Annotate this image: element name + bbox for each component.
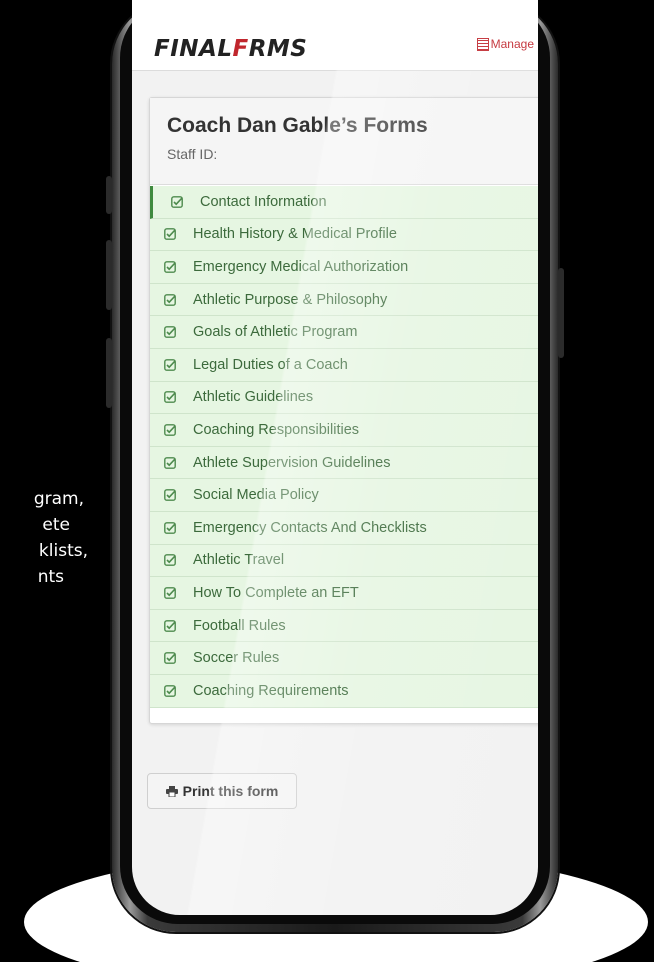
form-list-item-label: Emergency Medical Authorization bbox=[193, 258, 409, 275]
form-list-item-label: Coaching Requirements bbox=[193, 682, 349, 699]
form-list-item-label: Coaching Responsibilities bbox=[193, 421, 360, 438]
form-list-item-label: Social Media Policy bbox=[193, 487, 319, 504]
phone-screen: FINALFRMS Manage Coach Dan Gable’s Forms… bbox=[132, 0, 538, 915]
form-list-item-label: Athletic Guidelines bbox=[193, 389, 314, 406]
volume-up-button bbox=[106, 240, 112, 310]
check-square-icon bbox=[164, 261, 176, 273]
check-square-icon bbox=[164, 652, 176, 665]
form-list-item[interactable]: Goals of Athletic Program bbox=[150, 316, 538, 349]
caption-line: klists, bbox=[38, 541, 88, 561]
phone-frame: FINALFRMS Manage Coach Dan Gable’s Forms… bbox=[106, 0, 564, 932]
app-header: FINALFRMS Manage bbox=[132, 0, 538, 71]
check-square-icon bbox=[164, 326, 176, 339]
logo-accent: F bbox=[232, 36, 249, 62]
form-list-item[interactable]: Athlete Supervision Guidelines bbox=[150, 446, 538, 480]
form-list-item[interactable]: Emergency Contacts And Checklists bbox=[150, 511, 538, 545]
form-list-item[interactable]: Legal Duties of a Coach bbox=[150, 348, 538, 382]
form-list-item[interactable]: Social Media Policy bbox=[150, 479, 538, 512]
manage-label: Manage bbox=[490, 37, 534, 51]
forms-list: Contact Information Health History & Medi… bbox=[150, 186, 538, 708]
form-list-item-label: How To Complete an EFT bbox=[193, 584, 359, 601]
check-square-icon bbox=[164, 358, 176, 371]
form-list-item-label: Legal Duties of a Coach bbox=[193, 356, 348, 373]
form-list-item[interactable]: Contact Information bbox=[150, 186, 538, 219]
stage: gram, ete klists, nts FINALFRMS Manage C… bbox=[0, 0, 654, 962]
form-list-item-label: Athletic Travel bbox=[193, 552, 285, 569]
panel-header: Coach Dan Gable’s Forms Staff ID: bbox=[150, 98, 538, 185]
check-square-icon bbox=[164, 228, 176, 241]
mute-switch bbox=[106, 176, 112, 214]
form-list-item[interactable]: How To Complete an EFT bbox=[150, 577, 538, 610]
print-button[interactable]: Print this form bbox=[147, 773, 297, 809]
form-list-item[interactable]: Football Rules bbox=[150, 609, 538, 643]
logo-text-end: RMS bbox=[248, 36, 308, 62]
check-square-icon bbox=[164, 293, 176, 306]
logo-text: FINAL bbox=[154, 36, 233, 62]
form-list-item[interactable]: Emergency Medical Authorization bbox=[150, 251, 538, 284]
list-icon bbox=[476, 37, 489, 51]
form-list-item-label: Health History & Medical Profile bbox=[193, 226, 397, 243]
form-list-item-label: Football Rules bbox=[193, 617, 286, 634]
check-square-icon bbox=[164, 554, 176, 567]
form-list-item[interactable]: Athletic Travel bbox=[150, 544, 538, 578]
form-list-item-label: Contact Information bbox=[200, 193, 327, 210]
background-caption: gram, ete klists, nts bbox=[0, 486, 120, 590]
printer-icon bbox=[165, 785, 178, 797]
form-list-item[interactable]: Athletic Purpose & Philosophy bbox=[150, 283, 538, 317]
check-square-icon bbox=[164, 424, 176, 436]
check-square-icon bbox=[164, 489, 176, 502]
caption-line: ete bbox=[42, 515, 70, 535]
form-list-item[interactable]: Health History & Medical Profile bbox=[150, 218, 538, 252]
manage-link[interactable]: Manage bbox=[476, 37, 534, 51]
power-button bbox=[558, 268, 564, 358]
form-list-item[interactable]: Soccer Rules bbox=[150, 642, 538, 675]
print-button-label: Print this form bbox=[182, 783, 279, 799]
form-list-item-label: Emergency Contacts And Checklists bbox=[193, 519, 427, 536]
volume-down-button bbox=[106, 338, 112, 408]
form-list-item-label: Goals of Athletic Program bbox=[193, 324, 358, 341]
check-square-icon bbox=[164, 684, 176, 697]
caption-line: gram, bbox=[33, 489, 84, 509]
check-square-icon bbox=[164, 391, 176, 404]
form-list-item-label: Soccer Rules bbox=[193, 650, 280, 667]
finalforms-logo[interactable]: FINALFRMS bbox=[154, 36, 307, 62]
caption-line: nts bbox=[37, 567, 64, 587]
check-square-icon bbox=[164, 521, 176, 534]
page-title: Coach Dan Gable’s Forms bbox=[167, 114, 428, 137]
forms-panel: Coach Dan Gable’s Forms Staff ID: Contac… bbox=[149, 97, 538, 724]
staff-id-label: Staff ID: bbox=[167, 146, 218, 162]
form-list-item[interactable]: Coaching Requirements bbox=[150, 674, 538, 708]
check-square-icon bbox=[164, 619, 176, 632]
form-list-item[interactable]: Coaching Responsibilities bbox=[150, 414, 538, 447]
check-square-icon bbox=[164, 456, 176, 469]
form-list-item-label: Athletic Purpose & Philosophy bbox=[193, 291, 388, 308]
form-list-item[interactable]: Athletic Guidelines bbox=[150, 381, 538, 415]
check-square-icon bbox=[171, 195, 183, 208]
check-square-icon bbox=[164, 587, 176, 599]
form-list-item-label: Athlete Supervision Guidelines bbox=[193, 454, 391, 471]
